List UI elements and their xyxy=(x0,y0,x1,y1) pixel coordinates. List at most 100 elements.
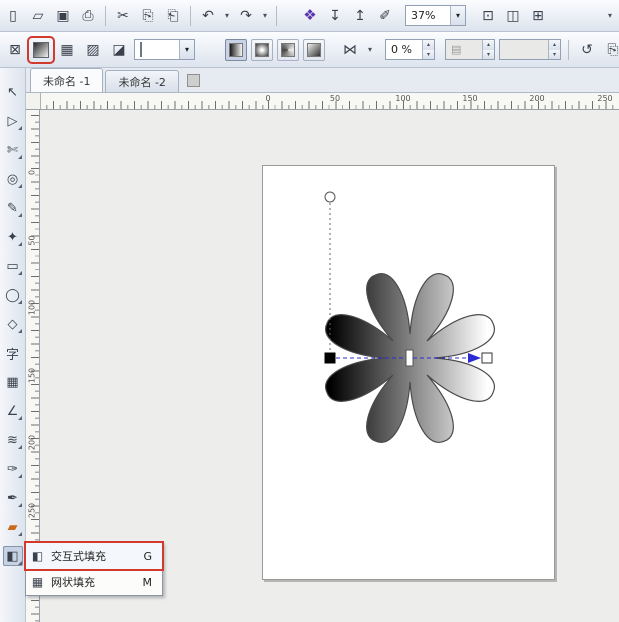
conical-fountain-icon xyxy=(281,42,295,57)
fill-mixer-button[interactable]: ⋈ xyxy=(339,39,361,61)
zoom-tool[interactable]: ◎ xyxy=(3,169,23,189)
pattern-fill-button[interactable]: ▦ xyxy=(56,39,78,61)
chevron-down-icon: ▾ xyxy=(367,45,372,54)
eyedropper-tool[interactable]: ✑ xyxy=(3,459,23,479)
zoom-level-combo[interactable]: 37% ▾ xyxy=(405,5,466,26)
fill-tool[interactable]: ▰ xyxy=(3,517,23,537)
window-layout-icon: ◫ xyxy=(506,7,520,24)
snap-options-button[interactable]: ⊡ xyxy=(477,5,499,27)
import-button[interactable]: ↧ xyxy=(324,5,346,27)
paste-button[interactable]: ⎗ xyxy=(162,5,184,27)
ruler-label: 100 xyxy=(395,94,411,103)
undo-button[interactable]: ↶ xyxy=(197,5,219,27)
step-up-icon[interactable]: ▴ xyxy=(483,40,494,50)
import-icon: ↧ xyxy=(329,7,341,24)
tool-options-button[interactable]: ✐ xyxy=(374,5,396,27)
ruler-label: 200 xyxy=(529,94,545,103)
rectangle-tool[interactable]: ▭ xyxy=(3,256,23,276)
fill-midpoint-slider[interactable] xyxy=(405,349,414,367)
blend-tool[interactable]: ≋ xyxy=(3,430,23,450)
redo-icon: ↷ xyxy=(240,7,252,24)
text-tool[interactable]: 字 xyxy=(3,343,23,363)
standard-toolbar: ▯ ▱ ▣ ⎙ ✂ ⎘ ⎗ ↶ ▾ ↷ ▾ ❖ ↧ ↥ ✐ 37% ▾ ⊡ ◫ … xyxy=(0,0,619,32)
menu-item-label: 交互式填充 xyxy=(51,550,106,563)
menu-item-icon: ◧ xyxy=(31,549,44,563)
new-document-button[interactable]: ▯ xyxy=(2,5,24,27)
open-folder-icon: ▱ xyxy=(32,7,44,24)
fill-direction-arrow-icon[interactable] xyxy=(468,353,481,363)
copy-button[interactable]: ⎘ xyxy=(137,5,159,27)
fill-midpoint-spinner[interactable]: 0 % ▴ ▾ xyxy=(385,39,435,60)
step-down-icon[interactable]: ▾ xyxy=(423,49,434,59)
fill-mixer-dropdown[interactable]: ▾ xyxy=(365,39,375,61)
chevron-down-icon: ▾ xyxy=(607,11,612,20)
copy-icon: ⎘ xyxy=(142,7,154,24)
fountain-square-button[interactable] xyxy=(303,38,325,61)
save-button[interactable]: ▣ xyxy=(52,5,74,27)
cut-button[interactable]: ✂ xyxy=(112,5,134,27)
step-up-icon[interactable]: ▴ xyxy=(423,40,434,50)
interactive-fill-tool[interactable]: ◧ xyxy=(2,546,23,566)
copy-fill-button[interactable]: ⎘ xyxy=(602,39,619,61)
texture-fill-button[interactable]: ▨ xyxy=(82,39,104,61)
fountain-steps-spinner[interactable]: ▤ ▴ ▾ xyxy=(445,39,495,60)
undo-dropdown-button[interactable]: ▾ xyxy=(222,5,232,27)
pick-tool[interactable]: ↖ xyxy=(3,82,23,102)
view-manager-button[interactable]: ⊞ xyxy=(527,5,549,27)
tab-strip-button[interactable] xyxy=(186,74,200,87)
application-launcher-icon: ❖ xyxy=(303,6,317,24)
tab-untitled-1[interactable]: 未命名 -1 xyxy=(30,68,104,92)
fountain-radial-button[interactable] xyxy=(251,38,273,61)
fill-mixer-icon: ⋈ xyxy=(343,41,357,58)
freehand-tool[interactable]: ✎ xyxy=(3,198,23,218)
chevron-down-icon[interactable]: ▾ xyxy=(179,40,194,59)
outline-pen-tool[interactable]: ✒ xyxy=(3,488,23,508)
smart-fill-tool[interactable]: ✦ xyxy=(3,227,23,247)
texture-fill-icon: ▨ xyxy=(86,41,100,58)
menu-item-mesh-fill[interactable]: ▦ 网状填充 M xyxy=(26,569,162,595)
postscript-fill-button[interactable]: ◪ xyxy=(108,39,130,61)
snap-options-icon: ⊡ xyxy=(482,7,494,24)
redo-button[interactable]: ↷ xyxy=(235,5,257,27)
application-launcher-button[interactable]: ❖ xyxy=(299,5,321,27)
shape-tool[interactable]: ▷ xyxy=(3,111,23,131)
crop-tool[interactable]: ✄ xyxy=(3,140,23,160)
ellipse-tool[interactable]: ◯ xyxy=(3,285,23,305)
pen-cursor-icon: ✐ xyxy=(379,7,391,24)
fountain-conical-button[interactable] xyxy=(277,38,299,61)
step-up-icon[interactable]: ▴ xyxy=(549,40,560,50)
dimension-tool[interactable]: ∠ xyxy=(3,401,23,421)
smooth-fill-button[interactable]: ↺ xyxy=(576,39,598,61)
edit-fill-button[interactable]: ⊠ xyxy=(4,39,26,61)
document-tab-bar: 未命名 -1 未命名 -2 xyxy=(26,68,619,93)
step-down-icon[interactable]: ▾ xyxy=(549,49,560,59)
menu-item-interactive-fill[interactable]: ◧ 交互式填充 G xyxy=(26,543,162,569)
fill-midpoint-value: 0 % xyxy=(391,43,412,56)
export-button[interactable]: ↥ xyxy=(349,5,371,27)
fountain-linear-button[interactable] xyxy=(225,38,247,61)
menu-item-shortcut: M xyxy=(142,575,153,589)
table-tool[interactable]: ▦ xyxy=(3,372,23,392)
step-down-icon[interactable]: ▾ xyxy=(483,49,494,59)
fill-end-handle[interactable] xyxy=(481,352,493,364)
chevron-down-icon[interactable]: ▾ xyxy=(450,6,465,25)
fill-start-handle[interactable] xyxy=(324,352,336,364)
print-button[interactable]: ⎙ xyxy=(77,5,99,27)
fill-node-handle[interactable] xyxy=(324,191,336,203)
redo-dropdown-button[interactable]: ▾ xyxy=(260,5,270,27)
fountain-fill-button[interactable] xyxy=(27,35,55,64)
toolbar-separator xyxy=(105,5,106,26)
polygon-tool[interactable]: ◇ xyxy=(3,314,23,334)
fill-picker-combo[interactable]: ▾ xyxy=(134,39,195,60)
toolbar-overflow-button[interactable]: ▾ xyxy=(605,5,615,27)
menu-item-icon: ▦ xyxy=(31,575,44,589)
print-icon: ⎙ xyxy=(82,7,94,24)
fountain-angle-spinner[interactable]: ▴ ▾ xyxy=(499,39,561,60)
fountain-angle-value xyxy=(500,40,548,59)
window-layout-button[interactable]: ◫ xyxy=(502,5,524,27)
horizontal-ruler[interactable]: 0 50 100 150 200 250 xyxy=(26,93,619,110)
square-fountain-icon xyxy=(307,42,321,57)
tab-untitled-2[interactable]: 未命名 -2 xyxy=(105,70,179,92)
chevron-down-icon: ▾ xyxy=(224,11,229,20)
open-button[interactable]: ▱ xyxy=(27,5,49,27)
